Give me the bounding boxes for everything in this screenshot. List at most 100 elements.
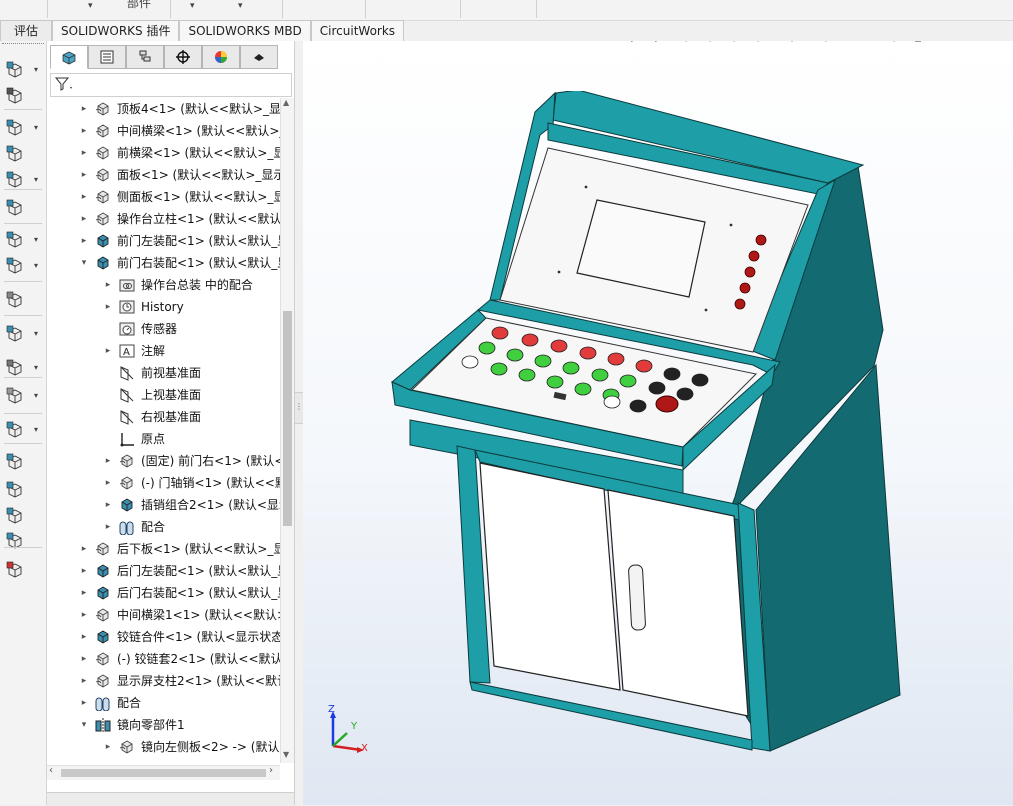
- hide-show-items-icon[interactable]: [816, 41, 836, 44]
- show-hidden-icon[interactable]: [6, 199, 24, 217]
- tree-filter[interactable]: [50, 73, 292, 97]
- tab-evaluate[interactable]: 评估: [0, 20, 52, 41]
- hole-alignment-icon[interactable]: [6, 561, 24, 579]
- dimxpert-manager-icon[interactable]: [164, 45, 202, 69]
- graphics-area[interactable]: ▾ ▾ ▾ ▾ ▾: [303, 41, 1013, 805]
- scroll-left-icon[interactable]: ‹: [49, 765, 53, 776]
- expand-arrow-icon[interactable]: ▸: [78, 208, 90, 230]
- expand-arrow-icon[interactable]: ▸: [78, 538, 90, 560]
- move-component-icon[interactable]: [6, 171, 24, 189]
- expand-arrow-icon[interactable]: ▸: [78, 604, 90, 626]
- tree-item-label: 配合: [117, 696, 142, 710]
- chevron-down-icon[interactable]: ▾: [34, 425, 38, 434]
- view-settings-icon[interactable]: [908, 41, 928, 44]
- reference-geometry-icon[interactable]: [6, 257, 24, 275]
- tab-solidworks-mbd[interactable]: SOLIDWORKS MBD: [179, 20, 311, 41]
- console-cabinet-model[interactable]: [383, 91, 983, 805]
- display-manager-icon[interactable]: [202, 45, 240, 69]
- filter-icon[interactable]: [54, 76, 74, 95]
- expand-arrow-icon[interactable]: ▸: [78, 230, 90, 252]
- new-motion-study-icon[interactable]: [6, 291, 24, 309]
- chevron-down-icon[interactable]: ▾: [190, 1, 195, 11]
- expand-arrow-icon[interactable]: ▸: [102, 516, 114, 538]
- large-assembly-icon[interactable]: [6, 481, 24, 499]
- expand-arrow-icon[interactable]: ▸: [102, 494, 114, 516]
- annotation-icon: A: [118, 343, 136, 359]
- expand-arrow-icon[interactable]: ▸: [78, 164, 90, 186]
- bill-of-materials-icon[interactable]: [6, 325, 24, 343]
- tab-solidworks-addins[interactable]: SOLIDWORKS 插件: [52, 20, 180, 41]
- tree-horizontal-scrollbar[interactable]: ‹ ›: [47, 765, 280, 780]
- collapse-arrow-icon[interactable]: ▾: [78, 252, 90, 274]
- chevron-down-icon[interactable]: ▾: [34, 261, 38, 270]
- expand-arrow-icon[interactable]: ▸: [78, 142, 90, 164]
- update-speedpak-icon[interactable]: [6, 421, 24, 439]
- expand-arrow-icon[interactable]: ▸: [78, 98, 90, 120]
- expand-arrow-icon[interactable]: ▸: [102, 736, 114, 758]
- expand-arrow-icon[interactable]: ▸: [102, 472, 114, 494]
- cam-manager-icon[interactable]: [240, 45, 278, 69]
- take-snapshot-icon[interactable]: [6, 453, 24, 471]
- edit-appearance-icon[interactable]: [850, 41, 870, 44]
- chevron-down-icon[interactable]: ▾: [34, 391, 38, 400]
- scrollbar-thumb[interactable]: [61, 769, 266, 777]
- scrollbar-thumb[interactable]: [283, 311, 292, 526]
- expand-arrow-icon[interactable]: ▸: [78, 626, 90, 648]
- chevron-down-icon[interactable]: ▾: [34, 123, 38, 132]
- expand-arrow-icon[interactable]: ▸: [78, 582, 90, 604]
- chevron-down-icon[interactable]: ▾: [840, 41, 846, 54]
- tree-vertical-scrollbar[interactable]: ▲ ▼: [280, 98, 294, 763]
- dynamic-annotation-icon[interactable]: [724, 41, 744, 44]
- zoom-to-fit-icon[interactable]: [628, 41, 648, 44]
- expand-arrow-icon[interactable]: ▸: [102, 274, 114, 296]
- instant3d-icon[interactable]: [6, 387, 24, 405]
- chevron-down-icon[interactable]: ▾: [88, 1, 93, 11]
- chevron-down-icon[interactable]: ▾: [34, 329, 38, 338]
- expand-arrow-icon[interactable]: ▸: [78, 670, 90, 692]
- chevron-down-icon[interactable]: ▾: [874, 41, 880, 54]
- console-push-button: [591, 368, 609, 382]
- interference-detection-icon[interactable]: [6, 507, 24, 525]
- tab-circuitworks[interactable]: CircuitWorks: [310, 20, 405, 41]
- console-push-button: [521, 333, 539, 347]
- part-icon: [118, 475, 136, 491]
- collapse-arrow-icon[interactable]: ▾: [78, 714, 90, 736]
- tree-item-label: 传感器: [141, 322, 178, 336]
- chevron-down-icon[interactable]: ▾: [34, 235, 38, 244]
- mate-icon[interactable]: [6, 87, 24, 105]
- section-view-icon[interactable]: [700, 41, 720, 44]
- view-orientation-icon[interactable]: [748, 41, 768, 44]
- chevron-down-icon[interactable]: ▾: [34, 65, 38, 74]
- assembly-features-icon[interactable]: [6, 231, 24, 249]
- linear-pattern-icon[interactable]: [6, 119, 24, 137]
- chevron-down-icon[interactable]: ▾: [34, 175, 38, 184]
- property-manager-icon[interactable]: [88, 45, 126, 69]
- previous-view-icon[interactable]: [676, 41, 696, 44]
- expand-arrow-icon[interactable]: ▸: [78, 186, 90, 208]
- expand-arrow-icon[interactable]: ▸: [78, 560, 90, 582]
- display-style-icon[interactable]: [782, 41, 802, 44]
- chevron-down-icon[interactable]: ▾: [34, 363, 38, 372]
- configuration-manager-icon[interactable]: [126, 45, 164, 69]
- zoom-to-area-icon[interactable]: [652, 41, 672, 44]
- expand-arrow-icon[interactable]: ▸: [102, 296, 114, 318]
- smart-fasteners-icon[interactable]: [6, 145, 24, 163]
- part-icon: [118, 453, 136, 469]
- scroll-right-icon[interactable]: ›: [269, 765, 273, 776]
- ribbon-top-strip: 部件 ▾ ▾ ▾: [0, 0, 1013, 21]
- chevron-down-icon[interactable]: ▾: [772, 41, 778, 54]
- chevron-down-icon[interactable]: ▾: [238, 1, 243, 11]
- insert-components-icon[interactable]: [6, 61, 24, 79]
- apply-scene-icon[interactable]: [884, 41, 904, 44]
- scroll-up-icon[interactable]: ▲: [283, 98, 289, 107]
- expand-arrow-icon[interactable]: ▸: [78, 692, 90, 714]
- chevron-down-icon[interactable]: ▾: [806, 41, 812, 54]
- scroll-down-icon[interactable]: ▼: [283, 750, 289, 759]
- expand-arrow-icon[interactable]: ▸: [102, 450, 114, 472]
- chevron-down-icon[interactable]: ▾: [932, 41, 938, 54]
- expand-arrow-icon[interactable]: ▸: [102, 340, 114, 362]
- expand-arrow-icon[interactable]: ▸: [78, 120, 90, 142]
- feature-manager-icon[interactable]: [50, 45, 88, 69]
- expand-arrow-icon[interactable]: ▸: [78, 648, 90, 670]
- exploded-view-icon[interactable]: [6, 359, 24, 377]
